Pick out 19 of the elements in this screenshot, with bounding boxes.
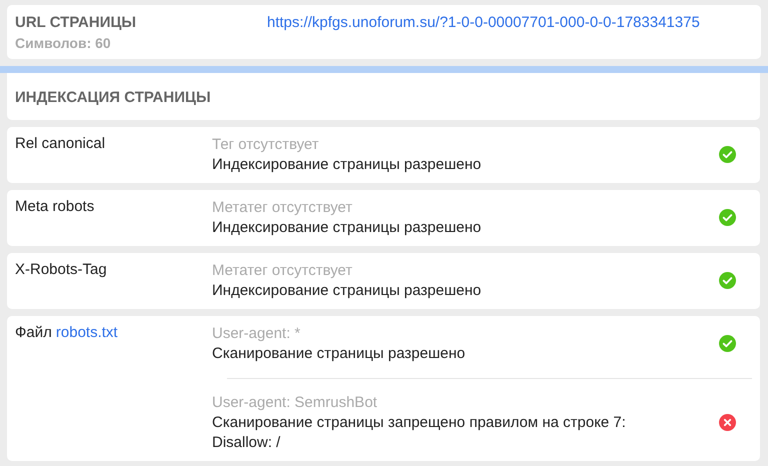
file-link[interactable]: robots.txt	[56, 324, 118, 341]
result-text: Индексирование страницы разрешено	[212, 155, 482, 175]
row-label: Файл	[15, 324, 52, 341]
note-text: Метатег отсутствует	[212, 198, 354, 218]
section-title: ИНДЕКСАЦИЯ СТРАНИЦЫ	[15, 89, 211, 106]
result-text: Сканирование страницы запрещено правилом на строке 7: Disallow: /	[212, 413, 627, 453]
note-text: Тег отсутствует	[212, 135, 320, 155]
note-text: User-agent: *	[212, 324, 302, 344]
row-label: X-Robots-Tag	[15, 261, 107, 278]
character-count: Символов: 60	[15, 34, 112, 53]
section-title: URL СТРАНИЦЫ	[15, 13, 138, 33]
result-text: Сканирование страницы разрешено	[212, 344, 466, 364]
note-text: Метатег отсутствует	[212, 261, 354, 281]
result-text: Индексирование страницы разрешено	[212, 218, 482, 238]
row-label: Rel canonical	[15, 135, 106, 152]
row-label: Meta robots	[15, 198, 94, 215]
page-url-link[interactable]: https://kpfgs.unoforum.su/?1-0-0-00007701-000-0-0-1783341375	[267, 14, 700, 31]
result-text: Индексирование страницы разрешено	[212, 281, 482, 301]
note-text: User-agent: SemrushBot	[212, 393, 378, 413]
